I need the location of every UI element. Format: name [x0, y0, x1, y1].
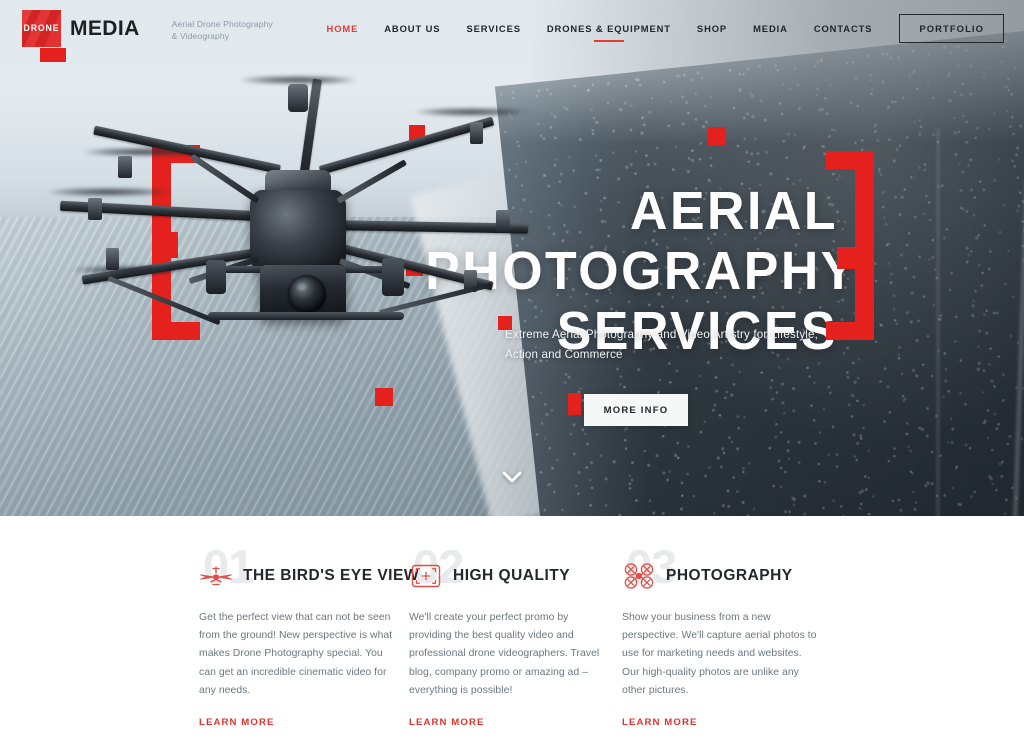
- feature-card-high-quality: 02 HIGH QUALITY We'll create your perfec…: [409, 540, 609, 730]
- drone-motor: [88, 198, 102, 220]
- drone-propeller: [240, 76, 356, 84]
- nav-item-shop[interactable]: SHOP: [684, 15, 740, 42]
- decor-square: [568, 393, 581, 415]
- main-navigation: HOME ABOUT US SERVICES DRONES & EQUIPMEN…: [314, 14, 1004, 43]
- drone-camera-lens: [288, 275, 326, 313]
- feature-title: PHOTOGRAPHY: [666, 567, 793, 584]
- drone-gimbal-mount: [206, 260, 226, 294]
- feature-card-birds-eye-view: 01 THE BIRD'S EYE VIEW Get the perfect v…: [199, 540, 418, 730]
- brand-name: MEDIA: [70, 16, 140, 40]
- drone-motor: [288, 84, 308, 112]
- logo-mark-icon: DRONE: [22, 10, 61, 47]
- portfolio-button[interactable]: PORTFOLIO: [899, 14, 1004, 43]
- feature-card-photography: 03 PHOTOGRAPHY Show your business from a…: [622, 540, 822, 730]
- drone-propeller: [48, 188, 170, 196]
- drone-propeller: [416, 108, 528, 116]
- nav-item-drones-equipment[interactable]: DRONES & EQUIPMENT: [534, 15, 684, 42]
- nav-item-home[interactable]: HOME: [314, 15, 372, 42]
- feature-description: We'll create your perfect promo by provi…: [409, 612, 600, 696]
- quadcopter-icon: [622, 559, 656, 593]
- nav-item-services[interactable]: SERVICES: [453, 15, 533, 42]
- drone-gimbal-crossbar: [208, 312, 404, 320]
- drone-top-view-icon: [199, 559, 233, 593]
- chevron-down-icon[interactable]: [502, 470, 522, 488]
- drone-motor: [106, 248, 119, 270]
- drone-propeller: [84, 148, 202, 156]
- drone-propeller: [72, 266, 184, 274]
- hero-section: AERIAL PHOTOGRAPHY SERVICES Extreme Aeri…: [0, 0, 1024, 516]
- tagline-line-2: & Videography: [171, 30, 230, 41]
- brand-logo[interactable]: DRONE MEDIA: [22, 10, 140, 47]
- viewfinder-frame-icon: [409, 559, 443, 593]
- logo-mark-text: DRONE: [23, 23, 60, 34]
- drone-landing-skid: [107, 275, 221, 326]
- nav-item-contacts[interactable]: CONTACTS: [801, 15, 886, 42]
- hero-subtitle: Extreme Aerial Photography and Video Art…: [505, 328, 818, 361]
- learn-more-link[interactable]: LEARN MORE: [622, 717, 698, 728]
- right-bracket-decor: [826, 151, 874, 340]
- drone-motor: [496, 210, 510, 232]
- drone-arm: [318, 116, 495, 175]
- learn-more-link[interactable]: LEARN MORE: [409, 717, 485, 728]
- drone-motor: [470, 122, 483, 144]
- feature-title: THE BIRD'S EYE VIEW: [243, 567, 419, 584]
- drone-photo-subject: [48, 70, 530, 400]
- more-info-button[interactable]: MORE INFO: [584, 394, 688, 426]
- feature-title: HIGH QUALITY: [453, 567, 571, 584]
- page-root: AERIAL PHOTOGRAPHY SERVICES Extreme Aeri…: [0, 0, 1024, 745]
- drone-core-body: [250, 190, 346, 272]
- learn-more-link[interactable]: LEARN MORE: [199, 717, 275, 728]
- site-header: DRONE MEDIA Aerial Drone Photography & V…: [0, 0, 1024, 57]
- feature-header: PHOTOGRAPHY: [622, 556, 822, 596]
- brand-tagline: Aerial Drone Photography & Videography: [172, 16, 273, 42]
- features-section: 01 THE BIRD'S EYE VIEW Get the perfect v…: [0, 516, 1024, 745]
- nav-item-about-us[interactable]: ABOUT US: [371, 15, 453, 42]
- decor-square: [708, 127, 726, 145]
- tagline-line-1: Aerial Drone Photography: [171, 18, 273, 29]
- feature-header: HIGH QUALITY: [409, 556, 609, 596]
- drone-motor: [118, 156, 132, 178]
- feature-description: Get the perfect view that can not be see…: [199, 612, 393, 696]
- feature-description: Show your business from a new perspectiv…: [622, 612, 817, 696]
- feature-header: THE BIRD'S EYE VIEW: [199, 556, 418, 596]
- nav-item-media[interactable]: MEDIA: [740, 15, 801, 42]
- drone-gimbal-mount: [382, 258, 404, 296]
